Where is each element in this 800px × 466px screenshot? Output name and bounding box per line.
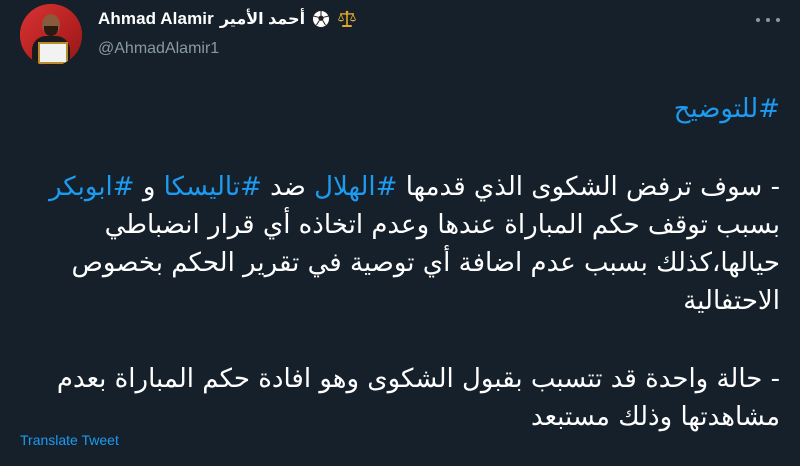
tweet-header: Ahmad Alamir أحمد الأمير @AhmadAlamir1 — [98, 8, 720, 58]
tweet-text-segment: - سوف ترفض الشكوى الذي قدمها — [397, 172, 780, 202]
tweet-text-segment: و — [134, 172, 164, 202]
scales-icon — [337, 9, 357, 29]
tweet-paragraph-2: - حالة واحدة قد تتسبب بقبول الشكوى وهو ا… — [56, 364, 780, 432]
hashtag-link[interactable]: #الهلال — [314, 172, 397, 202]
hashtag-link[interactable]: #ابوبكر — [49, 172, 135, 202]
tweet-paragraph-1: - سوف ترفض الشكوى الذي قدمها #الهلال ضد … — [20, 168, 780, 320]
avatar-certificate — [38, 42, 68, 64]
tweet-text-segment: ضد — [261, 172, 315, 202]
tweet-hashtag-line: #للتوضيح — [20, 90, 780, 128]
tweet-card: Ahmad Alamir أحمد الأمير @AhmadAlamir1 #… — [0, 0, 800, 466]
avatar[interactable] — [20, 4, 82, 66]
display-name[interactable]: Ahmad Alamir — [98, 9, 214, 29]
soccer-ball-icon — [311, 9, 331, 29]
translate-tweet-link[interactable]: Translate Tweet — [20, 432, 119, 448]
arabic-name[interactable]: أحمد الأمير — [220, 9, 305, 29]
user-handle[interactable]: @AhmadAlamir1 — [98, 40, 720, 58]
hashtag-link[interactable]: #تاليسكا — [164, 172, 262, 202]
more-options-icon[interactable] — [756, 10, 780, 30]
tweet-text: #للتوضيح - سوف ترفض الشكوى الذي قدمها #ا… — [20, 90, 780, 436]
tweet-text-segment: بسبب توقف حكم المباراة عندها وعدم اتخاذه… — [71, 210, 781, 316]
name-row: Ahmad Alamir أحمد الأمير — [98, 8, 720, 30]
hashtag-link[interactable]: #للتوضيح — [674, 94, 780, 124]
